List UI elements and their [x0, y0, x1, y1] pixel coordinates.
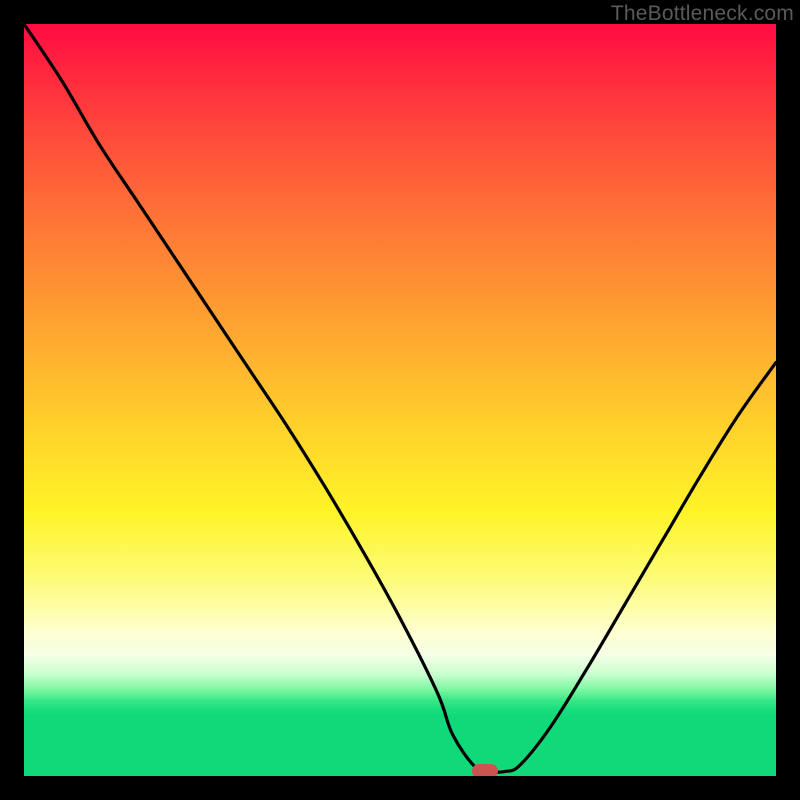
plot-area — [24, 24, 776, 776]
optimal-marker — [472, 764, 498, 776]
bottleneck-curve — [24, 24, 776, 776]
curve-path — [24, 24, 776, 772]
chart-frame: TheBottleneck.com — [0, 0, 800, 800]
watermark-text: TheBottleneck.com — [611, 2, 794, 26]
